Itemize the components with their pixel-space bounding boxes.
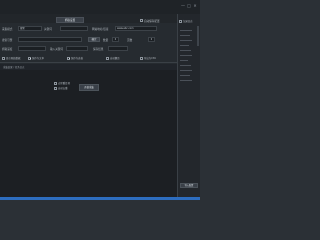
checkbox-label: 导出为CSV (144, 57, 156, 60)
save-result-field[interactable] (108, 46, 128, 51)
url-label: 网站地址/链接 (92, 28, 109, 31)
save-result-label: 保存结果 (93, 48, 104, 51)
checkbox-label: 去除重复项 (58, 82, 70, 85)
import-config-button[interactable]: 导入配置 (180, 183, 198, 188)
log-line (180, 80, 192, 81)
keyword-field[interactable] (60, 26, 88, 31)
mode-field[interactable]: 搜索 (18, 26, 42, 31)
log-line (180, 60, 188, 61)
log-line (180, 70, 192, 71)
checkbox-label: 保存为表格 (71, 57, 83, 60)
checkbox-label: 自动保存配置 (144, 19, 160, 23)
option-raw-data[interactable]: 显示原始数据 (2, 56, 20, 60)
pages-label: 页数 (127, 39, 133, 42)
log-checkbox-row[interactable]: 记录日志 (179, 19, 193, 23)
log-line (180, 45, 189, 46)
option-export-csv[interactable]: 导出为CSV (140, 56, 156, 60)
option-auto-dedupe[interactable]: 自动去重 (54, 86, 68, 90)
checkbox[interactable] (54, 81, 57, 85)
checkbox[interactable] (54, 86, 57, 90)
log-line (180, 40, 192, 41)
log-line (180, 75, 190, 76)
tab-settings[interactable]: 抓取设置 (56, 17, 84, 23)
close-icon[interactable]: ✕ (193, 4, 197, 8)
input-keyword-field[interactable] (66, 46, 88, 51)
mode-label: 采集模式 (2, 28, 13, 31)
checkbox[interactable] (2, 56, 5, 60)
option-save-text[interactable]: 保存为文本 (28, 56, 44, 60)
engine-label: 搜索引擎 (2, 39, 13, 42)
log-line (180, 35, 190, 36)
maximize-icon[interactable]: □ (187, 4, 191, 8)
checkbox[interactable] (28, 56, 31, 60)
app-window: — □ ✕ 抓取设置 自动保存配置 采集模式 搜索 关键词 网站地址/链接 ww… (0, 0, 200, 200)
section-title: 采集结果 / 任务日志 (3, 66, 25, 69)
input-keyword-label: 输入关键词 (50, 48, 63, 51)
option-save-table[interactable]: 保存为表格 (67, 56, 83, 60)
log-line (180, 65, 191, 66)
depth-field[interactable] (18, 46, 46, 51)
option-remove-duplicates[interactable]: 去除重复项 (54, 81, 70, 85)
status-bar (0, 197, 200, 200)
log-line (180, 50, 191, 51)
count-label: 数量 (103, 39, 109, 42)
checkbox-label: 自动去重 (58, 87, 68, 90)
checkbox-label: 保存为文本 (32, 57, 44, 60)
log-line (180, 55, 192, 56)
log-line (180, 30, 192, 31)
url-field[interactable]: www.abc.com (115, 26, 157, 31)
checkbox[interactable] (106, 56, 109, 60)
engine-field[interactable] (18, 37, 82, 42)
keyword-label: 关键词 (44, 28, 52, 31)
checkbox-label: 显示原始数据 (6, 57, 21, 60)
checkbox[interactable] (67, 56, 70, 60)
option-auto-page[interactable]: 自动翻页 (106, 56, 120, 60)
depth-label: 抓取深度 (2, 48, 13, 51)
scrollbar[interactable] (197, 26, 199, 46)
checkbox[interactable] (140, 56, 143, 60)
start-button[interactable]: 开始采集 (79, 84, 99, 91)
count-stepper[interactable]: 0 (112, 37, 119, 42)
pages-stepper[interactable]: 0 (148, 37, 155, 42)
divider (0, 62, 177, 63)
checkbox-label: 记录日志 (183, 20, 193, 23)
checkbox-label: 自动翻页 (110, 57, 120, 60)
minimize-icon[interactable]: — (181, 4, 185, 8)
auto-save-checkbox-row[interactable]: 自动保存配置 (140, 19, 160, 23)
confirm-button[interactable]: 确定 (88, 37, 100, 42)
checkbox[interactable] (140, 19, 143, 22)
checkbox[interactable] (179, 19, 182, 23)
title-bar: — □ ✕ (0, 0, 200, 14)
